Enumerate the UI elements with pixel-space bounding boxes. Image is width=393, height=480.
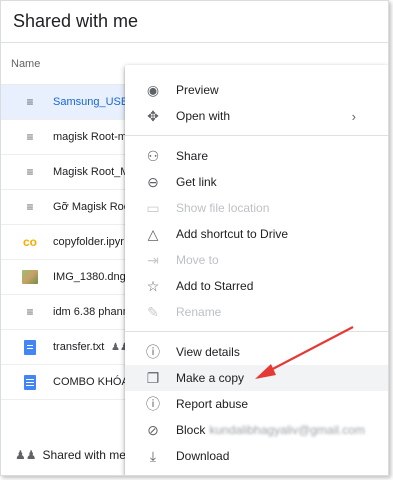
context-menu: ◉ Preview ✥ Open with › ⚇ Share ⊖ Get li… <box>125 65 388 475</box>
menu-divider <box>125 135 388 136</box>
menu-item-label: View details <box>176 345 240 359</box>
menu-item-report-abuse[interactable]: ⓘ Report abuse <box>125 391 388 417</box>
menu-item-label: Report abuse <box>176 397 249 411</box>
file-name: Gỡ Magisk Roo <box>53 201 130 213</box>
menu-item-label: Get link <box>176 175 217 189</box>
zip-icon: ≡ <box>26 165 34 179</box>
annotation-arrow-icon <box>255 326 354 379</box>
file-name: copyfolder.ipyr <box>53 236 124 248</box>
file-name: Magisk Root_M <box>53 166 130 178</box>
menu-item-label: Show file location <box>176 201 270 215</box>
zip-icon: ≡ <box>26 130 34 144</box>
menu-item-label: Share <box>176 149 209 163</box>
menu-item-label: Make a copy <box>176 371 245 385</box>
menu-item-add-to-starred[interactable]: ☆ Add to Starred <box>125 273 388 299</box>
menu-item-label: Move to <box>176 253 219 267</box>
menu-item-label: Add shortcut to Drive <box>176 227 289 241</box>
menu-item-label: Rename <box>176 305 222 319</box>
menu-item-preview[interactable]: ◉ Preview <box>125 77 388 103</box>
menu-item-get-link[interactable]: ⊖ Get link <box>125 169 388 195</box>
move-arrows-icon: ✥ <box>147 107 159 124</box>
arrow-shaft <box>264 326 354 374</box>
footer-label: Shared with me <box>42 448 126 462</box>
menu-item-label: Open with <box>176 109 231 123</box>
menu-item-label: Preview <box>176 83 219 97</box>
link-icon: ⊖ <box>147 173 159 190</box>
arrow-head <box>255 364 276 379</box>
menu-item-label: Download <box>176 449 230 463</box>
menu-item-download[interactable]: ⤓ Download <box>125 443 388 469</box>
image-icon <box>21 268 39 286</box>
drive-window: Shared with me Name ≡ Samsung_USB ≡ magi… <box>0 0 389 476</box>
file-name: idm 6.38 phanm <box>53 306 132 318</box>
menu-item-label: Block kundalibhagyaliv@gmail.com <box>176 423 365 437</box>
report-icon: ⓘ <box>146 396 160 412</box>
file-name: magisk Root-m <box>53 131 127 143</box>
add-person-icon: ⚇ <box>146 147 160 164</box>
star-icon: ☆ <box>146 277 160 294</box>
eye-icon: ◉ <box>146 81 160 98</box>
menu-item-label: Add to Starred <box>176 279 254 293</box>
zip-icon: ≡ <box>26 95 34 109</box>
menu-item-rename: ✎ Rename <box>125 299 388 325</box>
file-name: IMG_1380.dng <box>53 271 126 283</box>
colab-icon: co <box>22 235 37 249</box>
block-label: Block <box>176 423 206 437</box>
pencil-icon: ✎ <box>147 303 159 320</box>
folder-icon: ▭ <box>146 199 160 216</box>
zip-icon: ≡ <box>26 200 34 214</box>
drive-shortcut-icon: △ <box>147 225 159 242</box>
menu-item-move-to: ⇥ Move to <box>125 247 388 273</box>
doc-icon <box>21 373 39 391</box>
file-name: Samsung_USB <box>53 96 129 108</box>
blurred-email: kundalibhagyaliv@gmail.com <box>209 423 365 437</box>
info-icon: ⓘ <box>146 344 160 360</box>
move-to-icon: ⇥ <box>147 251 159 268</box>
download-icon: ⤓ <box>149 447 157 464</box>
chevron-right-icon: › <box>351 108 356 124</box>
block-icon: ⊘ <box>147 421 159 438</box>
people-icon: ♟♟ <box>15 448 37 462</box>
zip-icon: ≡ <box>26 305 34 319</box>
menu-item-block[interactable]: ⊘ Block kundalibhagyaliv@gmail.com <box>125 417 388 443</box>
menu-item-share[interactable]: ⚇ Share <box>125 143 388 169</box>
file-name: transfer.txt <box>53 341 105 353</box>
copy-icon: ❐ <box>146 369 160 386</box>
menu-item-open-with[interactable]: ✥ Open with › <box>125 103 388 129</box>
file-name: COMBO KHÓA <box>53 376 129 388</box>
text-file-icon <box>21 338 39 356</box>
page-title: Shared with me <box>1 1 388 43</box>
menu-item-show-file-location: ▭ Show file location <box>125 195 388 221</box>
menu-item-add-shortcut[interactable]: △ Add shortcut to Drive <box>125 221 388 247</box>
